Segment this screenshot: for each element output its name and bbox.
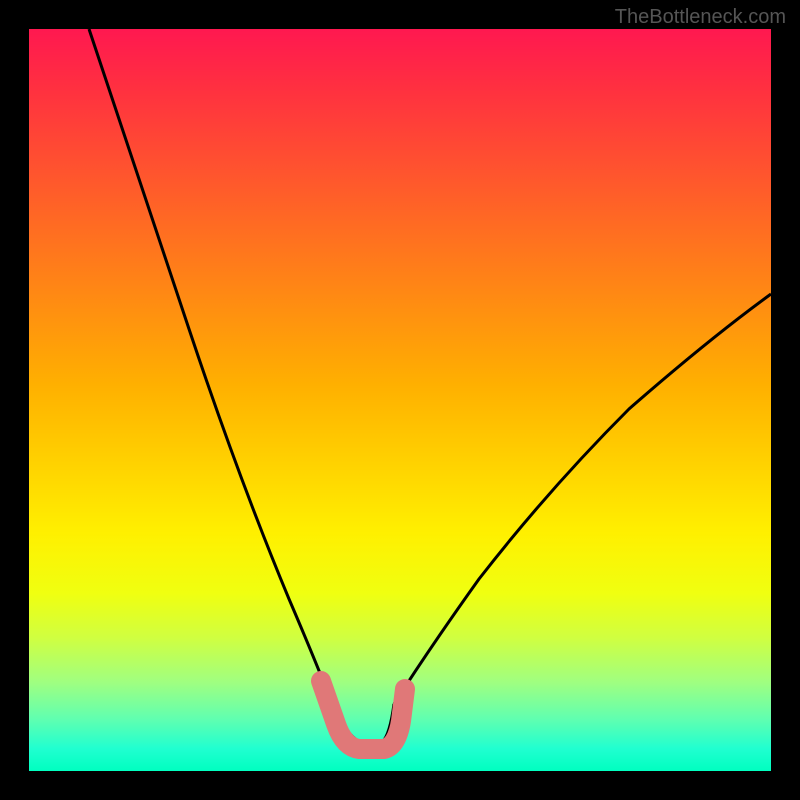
optimal-region-marker <box>321 681 405 749</box>
chart-container: TheBottleneck.com <box>0 0 800 800</box>
bottleneck-curve-right <box>394 294 771 704</box>
watermark-text: TheBottleneck.com <box>615 6 786 29</box>
curve-svg <box>29 29 771 771</box>
bottleneck-curve-left <box>89 29 334 709</box>
plot-area <box>29 29 771 771</box>
